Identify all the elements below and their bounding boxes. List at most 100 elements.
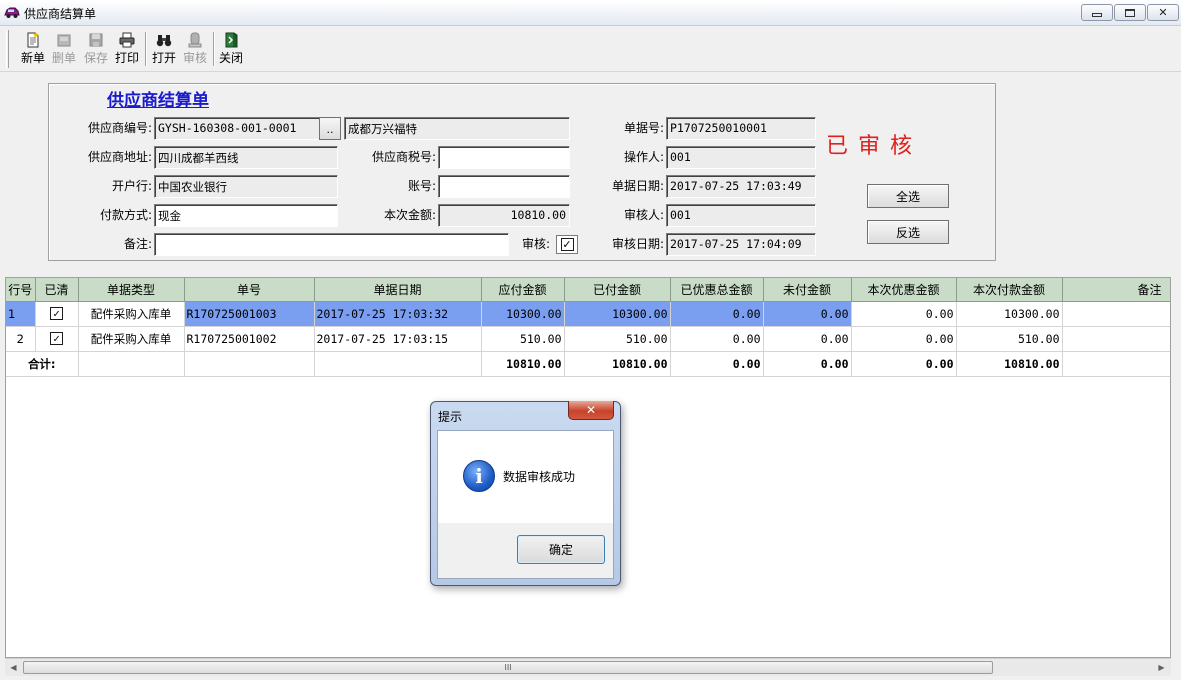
delete-doc-button[interactable]: 删单	[50, 30, 78, 68]
pay-method-field[interactable]: 现金	[154, 204, 338, 227]
supplier-name-field[interactable]: 成都万兴福特	[344, 117, 570, 140]
doc-date-cell[interactable]: 2017-07-25 17:03:15	[314, 326, 482, 352]
column-header[interactable]: 已优惠总金额	[670, 278, 764, 302]
minimize-icon	[1092, 13, 1102, 17]
select-all-button[interactable]: 全选	[867, 184, 949, 208]
remark-cell[interactable]	[1062, 301, 1170, 327]
info-icon: i	[463, 460, 495, 492]
scroll-left-icon[interactable]: ◀	[5, 659, 22, 676]
supplier-lookup-button[interactable]: ..	[319, 117, 341, 140]
row-number-cell[interactable]: 2	[6, 326, 36, 352]
audit-checkbox-frame: ✓	[556, 235, 578, 254]
total-unpaid: 0.00	[763, 351, 852, 377]
delete-doc-icon	[57, 34, 71, 47]
row-number-cell[interactable]: 1	[6, 301, 36, 327]
print-button[interactable]: 打印	[113, 30, 141, 68]
scroll-right-icon[interactable]: ▶	[1153, 659, 1170, 676]
bank-label: 开户行:	[111, 179, 152, 193]
payable-cell[interactable]: 10300.00	[481, 301, 565, 327]
column-header[interactable]: 未付金额	[763, 278, 852, 302]
binoculars-icon	[156, 35, 172, 47]
invert-selection-button[interactable]: 反选	[867, 220, 949, 244]
tax-no-field[interactable]	[438, 146, 570, 169]
dialog-close-button[interactable]: ✕	[568, 401, 614, 420]
column-header[interactable]: 单据类型	[78, 278, 185, 302]
column-header[interactable]: 已清	[35, 278, 79, 302]
remark-field[interactable]	[154, 233, 509, 256]
title-bar	[0, 0, 1181, 26]
auditor-label: 审核人:	[623, 208, 664, 222]
column-header[interactable]: 单据日期	[314, 278, 482, 302]
minimize-button[interactable]	[1081, 4, 1113, 21]
column-header[interactable]: 备注	[1062, 278, 1170, 302]
audit-checkbox[interactable]: ✓	[560, 238, 574, 251]
operator-field[interactable]: 001	[666, 146, 816, 169]
discount-total-cell[interactable]: 0.00	[670, 301, 764, 327]
address-label: 供应商地址:	[87, 150, 152, 164]
address-field[interactable]: 四川成都羊西线	[154, 146, 338, 169]
save-button[interactable]: 保存	[82, 30, 110, 68]
doc-date-field[interactable]: 2017-07-25 17:03:49	[666, 175, 816, 198]
bank-field[interactable]: 中国农业银行	[154, 175, 338, 198]
close-doc-button[interactable]: 关闭	[217, 30, 245, 68]
cleared-checkbox[interactable]: ✓	[50, 307, 63, 320]
total-payable: 10810.00	[481, 351, 565, 377]
paid-cell[interactable]: 510.00	[564, 326, 671, 352]
paid-cell[interactable]: 10300.00	[564, 301, 671, 327]
toolbar-label: 关闭	[218, 51, 243, 65]
audit-date-field[interactable]: 2017-07-25 17:04:09	[666, 233, 816, 256]
cleared-cell[interactable]: ✓	[35, 301, 79, 327]
horizontal-scrollbar[interactable]: ◀ III ▶	[5, 658, 1171, 676]
window-title: 供应商结算单	[24, 7, 97, 21]
table-row[interactable]: 1 ✓ 配件采购入库单 R170725001003 2017-07-25 17:…	[6, 301, 1170, 327]
this-payment-cell[interactable]: 510.00	[956, 326, 1063, 352]
this-discount-cell[interactable]: 0.00	[851, 301, 957, 327]
tax-no-label: 供应商税号:	[371, 150, 436, 164]
maximize-button[interactable]	[1114, 4, 1146, 21]
column-header[interactable]: 单号	[184, 278, 315, 302]
cleared-checkbox[interactable]: ✓	[50, 332, 63, 345]
account-field[interactable]	[438, 175, 570, 198]
toolbar-label: 新单	[20, 51, 45, 65]
table-row[interactable]: 2 ✓ 配件采购入库单 R170725001002 2017-07-25 17:…	[6, 326, 1170, 352]
save-icon	[89, 33, 103, 47]
amount-label: 本次金额:	[383, 208, 436, 222]
this-discount-cell[interactable]: 0.00	[851, 326, 957, 352]
discount-total-cell[interactable]: 0.00	[670, 326, 764, 352]
supplier-code-field[interactable]: GYSH-160308-001-0001	[154, 117, 320, 140]
printer-icon	[119, 32, 135, 48]
new-doc-icon	[27, 32, 39, 48]
doc-no-cell[interactable]: R170725001003	[184, 301, 315, 327]
doc-no-cell[interactable]: R170725001002	[184, 326, 315, 352]
audit-button[interactable]: 审核	[181, 30, 209, 68]
pay-method-label: 付款方式:	[99, 208, 152, 222]
doc-type-cell[interactable]: 配件采购入库单	[78, 301, 185, 327]
unpaid-cell[interactable]: 0.00	[763, 326, 852, 352]
toolbar-separator	[145, 32, 147, 66]
audit-stamp-icon	[188, 32, 202, 48]
column-header[interactable]: 应付金额	[481, 278, 565, 302]
toolbar-label: 删单	[51, 51, 76, 65]
column-header[interactable]: 本次付款金额	[956, 278, 1063, 302]
column-header[interactable]: 行号	[6, 278, 36, 302]
column-header[interactable]: 已付金额	[564, 278, 671, 302]
empty-cell	[1062, 351, 1170, 377]
new-doc-button[interactable]: 新单	[19, 30, 47, 68]
cleared-cell[interactable]: ✓	[35, 326, 79, 352]
doc-no-field[interactable]: P1707250010001	[666, 117, 816, 140]
payable-cell[interactable]: 510.00	[481, 326, 565, 352]
this-payment-cell[interactable]: 10300.00	[956, 301, 1063, 327]
doc-date-cell[interactable]: 2017-07-25 17:03:32	[314, 301, 482, 327]
open-button[interactable]: 打开	[150, 30, 178, 68]
unpaid-cell[interactable]: 0.00	[763, 301, 852, 327]
remark-cell[interactable]	[1062, 326, 1170, 352]
ok-button[interactable]: 确定	[517, 535, 605, 564]
column-header[interactable]: 本次优惠金额	[851, 278, 957, 302]
toolbar-grip	[6, 30, 9, 68]
amount-field[interactable]: 10810.00	[438, 204, 570, 227]
doc-type-cell[interactable]: 配件采购入库单	[78, 326, 185, 352]
close-window-button[interactable]: ✕	[1147, 4, 1179, 21]
auditor-field[interactable]: 001	[666, 204, 816, 227]
scroll-thumb[interactable]: III	[23, 661, 993, 674]
close-icon: ✕	[585, 403, 597, 417]
